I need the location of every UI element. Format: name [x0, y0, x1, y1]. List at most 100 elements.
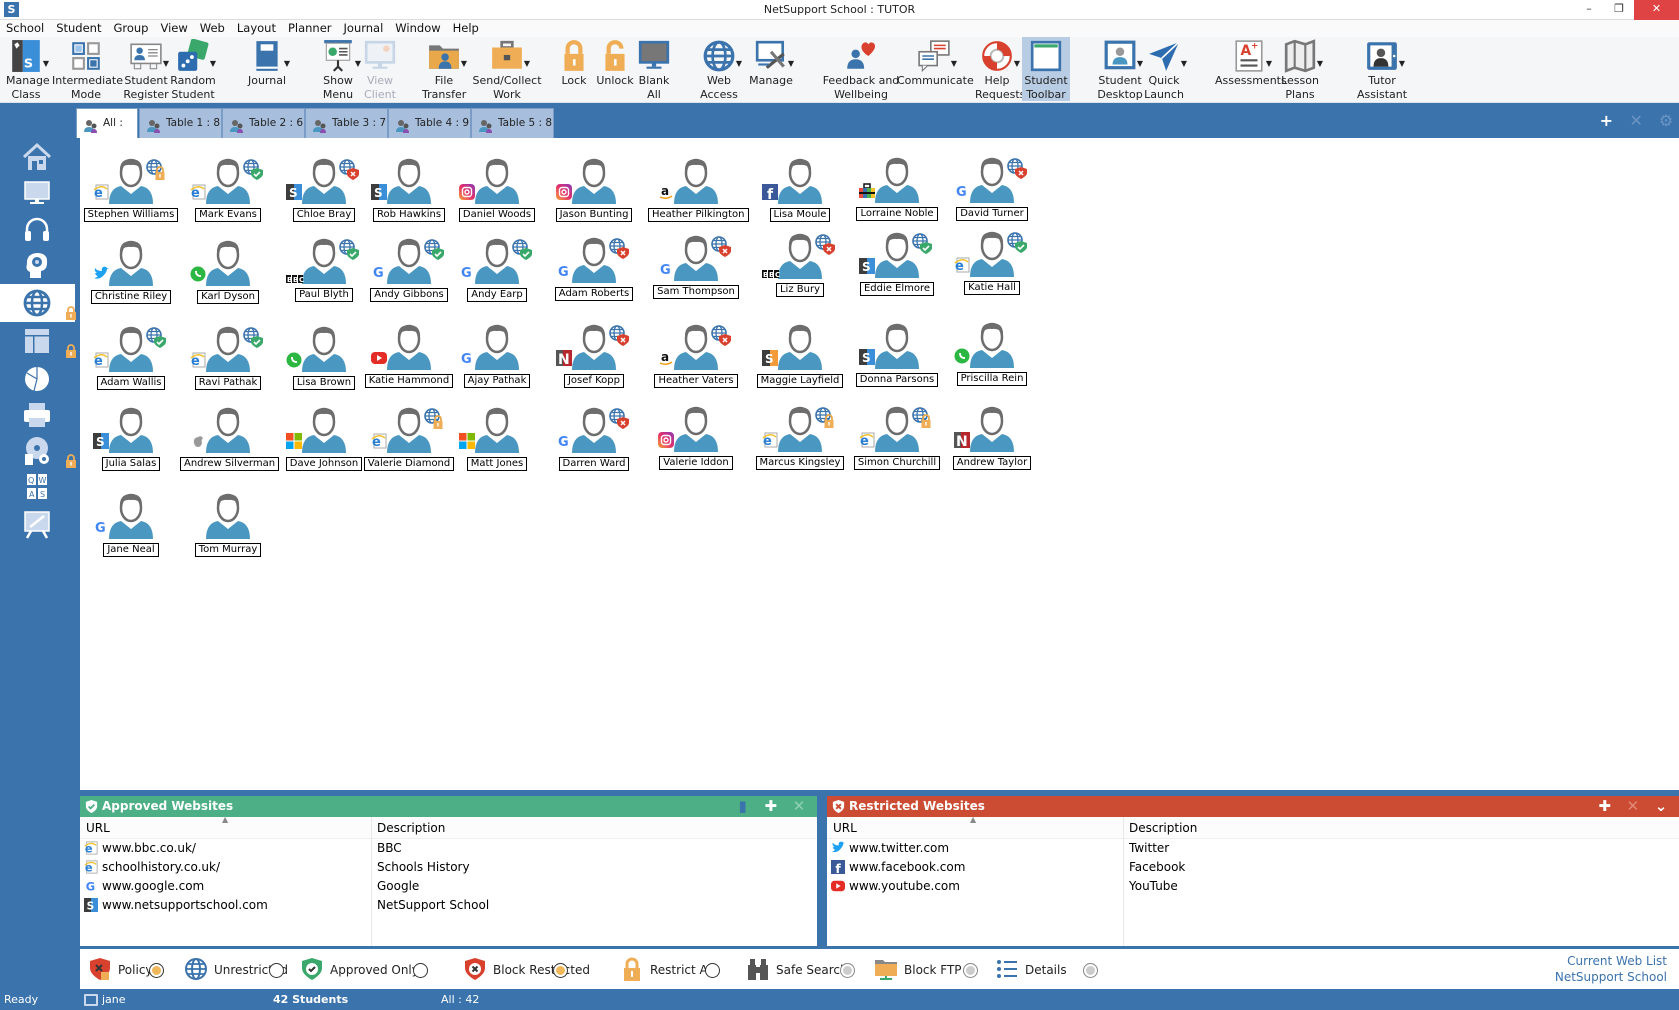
web-mode-radio[interactable]	[553, 963, 568, 978]
web-mode-block-restricted[interactable]: Block Restricted	[463, 958, 590, 981]
tab-settings-button[interactable]: ⚙	[1653, 111, 1679, 130]
dropdown-caret-icon[interactable]: ▼	[355, 57, 361, 71]
add-restricted-button[interactable]: ✚	[1593, 796, 1617, 817]
sidebar-item-printing[interactable]	[0, 396, 75, 434]
student-tile[interactable]: Daniel Woods	[449, 156, 545, 236]
student-tile[interactable]: a Heather Pilkington	[648, 156, 749, 236]
student-tile[interactable]: N Andrew Taylor	[944, 404, 1040, 484]
student-tile[interactable]: Lorraine Noble	[849, 155, 945, 235]
dropdown-caret-icon[interactable]: ▼	[1317, 57, 1323, 71]
quick-launch-button[interactable]: ▼ Quick Launch	[1143, 37, 1187, 101]
student-tile[interactable]: G David Turner	[944, 155, 1040, 235]
web-mode-approved-only[interactable]: Approved Only	[300, 958, 431, 981]
book-icon[interactable]: ▮	[731, 796, 755, 817]
sidebar-item-audio[interactable]	[0, 210, 75, 248]
student-tile[interactable]: Tom Murray	[180, 491, 276, 571]
dropdown-caret-icon[interactable]: ▼	[788, 57, 794, 71]
student-tile[interactable]: e Ravi Pathak	[180, 324, 276, 404]
restore-button[interactable]: ❐	[1604, 0, 1634, 20]
dropdown-caret-icon[interactable]: ▼	[163, 57, 169, 71]
close-button[interactable]: ✕	[1634, 0, 1679, 20]
student-tile[interactable]: S Maggie Layfield	[752, 322, 848, 402]
description-column-header[interactable]: Description	[1129, 821, 1197, 835]
website-row[interactable]: www.youtube.com YouTube	[827, 877, 1679, 896]
sidebar-item-monitor[interactable]	[0, 174, 75, 212]
web-access-button[interactable]: ▼ Web Access	[700, 37, 742, 101]
student-tile[interactable]: Valerie Iddon	[648, 404, 744, 484]
dropdown-caret-icon[interactable]: ▼	[1014, 57, 1020, 71]
student-tile[interactable]: G Ajay Pathak	[449, 322, 545, 402]
student-tile[interactable]: S Rob Hawkins	[361, 156, 457, 236]
unlock-button[interactable]: Unlock	[596, 37, 634, 101]
student-tile[interactable]: G Jane Neal	[83, 491, 179, 571]
sidebar-item-whiteboard[interactable]	[0, 506, 75, 544]
lock-button[interactable]: Lock	[556, 37, 592, 101]
remove-tab-button[interactable]: ✕	[1623, 111, 1649, 130]
web-mode-radio[interactable]	[705, 963, 720, 978]
menu-journal[interactable]: Journal	[338, 20, 390, 37]
student-tile[interactable]: e Simon Churchill	[849, 404, 945, 484]
web-mode-radio[interactable]	[1083, 963, 1098, 978]
menu-planner[interactable]: Planner	[282, 20, 338, 37]
menu-help[interactable]: Help	[447, 20, 485, 37]
student-tile[interactable]: G Adam Roberts	[546, 235, 642, 315]
menu-layout[interactable]: Layout	[231, 20, 282, 37]
manage-class-button[interactable]: S ▼ Manage Class	[6, 37, 50, 101]
menu-view[interactable]: View	[154, 20, 193, 37]
sidebar-item-devices[interactable]	[0, 432, 76, 470]
sidebar-item-home[interactable]	[0, 138, 75, 176]
student-tile[interactable]: Lisa Brown	[276, 324, 372, 404]
dropdown-caret-icon[interactable]: ▼	[1181, 57, 1187, 71]
manage-button[interactable]: ▼ Manage	[745, 37, 797, 101]
menu-web[interactable]: Web	[194, 20, 231, 37]
student-tile[interactable]: G Andy Earp	[449, 236, 545, 316]
add-tab-button[interactable]: +	[1593, 111, 1619, 130]
student-toolbar-button[interactable]: Student Toolbar	[1022, 37, 1070, 101]
dropdown-caret-icon[interactable]: ▼	[43, 57, 49, 71]
web-mode-details[interactable]: Details	[995, 959, 1101, 981]
student-tile[interactable]: Jason Bunting	[546, 156, 642, 236]
menu-school[interactable]: School	[0, 20, 50, 37]
intermediate-mode-button[interactable]: Intermediate Mode	[52, 37, 123, 101]
student-tile[interactable]: B B C Liz Bury	[752, 231, 848, 311]
student-tile[interactable]: S Donna Parsons	[849, 321, 945, 401]
collapse-panel-button[interactable]: ⌄	[1649, 796, 1673, 817]
student-tile[interactable]: N Josef Kopp	[546, 322, 642, 402]
web-mode-radio[interactable]	[963, 963, 978, 978]
student-tile[interactable]: f Lisa Moule	[752, 156, 848, 236]
tab-group[interactable]: All : 42	[76, 108, 138, 157]
student-tile[interactable]: Dave Johnson	[276, 405, 372, 485]
student-tile[interactable]: e Mark Evans	[180, 156, 276, 236]
dropdown-caret-icon[interactable]: ▼	[1266, 57, 1272, 71]
add-approved-button[interactable]: ✚	[759, 796, 783, 817]
minimize-button[interactable]: –	[1574, 0, 1604, 20]
student-tile[interactable]: Katie Hammond	[361, 322, 457, 402]
website-row[interactable]: Gwww.google.com Google	[80, 877, 817, 896]
url-column-header[interactable]: URL	[86, 821, 110, 835]
menu-window[interactable]: Window	[389, 20, 446, 37]
web-mode-unrestricted[interactable]: Unrestricted	[184, 958, 288, 981]
web-mode-restrict-all[interactable]: Restrict All	[620, 957, 723, 981]
student-register-button[interactable]: ▼ Student Register	[122, 37, 170, 101]
student-tile[interactable]: Karl Dyson	[180, 238, 276, 318]
web-mode-radio[interactable]	[269, 963, 284, 978]
journal-button[interactable]: ▼ Journal	[244, 37, 290, 101]
web-mode-radio[interactable]	[413, 963, 428, 978]
show-menu-button[interactable]: ▼ Show Menu	[318, 37, 361, 101]
student-tile[interactable]: a Heather Vaters	[648, 322, 744, 402]
dropdown-caret-icon[interactable]: ▼	[461, 57, 467, 71]
website-row[interactable]: e www.bbc.co.uk/BBC	[80, 839, 817, 858]
sidebar-item-mind[interactable]	[0, 246, 75, 284]
tutor-assistant-button[interactable]: ▼ Tutor Assistant	[1350, 37, 1414, 101]
tab-group[interactable]: Table 3 : 7	[305, 108, 388, 138]
web-mode-safe-search[interactable]: Safe Search	[746, 959, 858, 981]
current-web-list-name[interactable]: NetSupport School	[1555, 969, 1667, 985]
student-tile[interactable]: G Sam Thompson	[648, 233, 744, 313]
student-tile[interactable]: e Valerie Diamond	[361, 405, 457, 485]
student-tile[interactable]: e Stephen Williams	[83, 156, 179, 236]
sidebar-item-web[interactable]	[0, 284, 76, 322]
tab-group[interactable]: Table 2 : 6	[222, 108, 305, 138]
website-row[interactable]: f www.facebook.com Facebook	[827, 858, 1679, 877]
web-mode-radio[interactable]	[149, 963, 164, 978]
file-transfer-button[interactable]: ▼ File Transfer	[422, 37, 467, 101]
